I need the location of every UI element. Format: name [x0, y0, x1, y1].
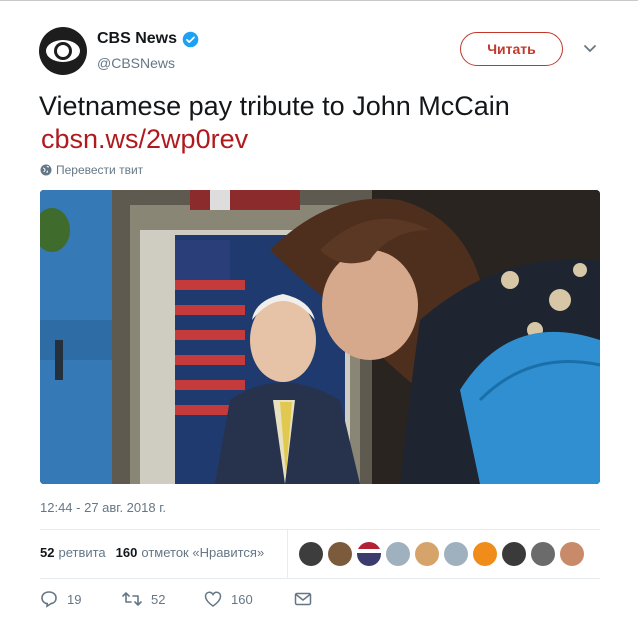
envelope-icon [294, 592, 312, 606]
retweet-count: 52 [151, 591, 166, 607]
liker-avatar[interactable] [560, 542, 584, 566]
author-handle[interactable]: @CBSNews [97, 55, 175, 71]
chevron-down-icon[interactable] [583, 44, 597, 54]
direct-message-button[interactable] [294, 592, 321, 606]
liker-avatar[interactable] [502, 542, 526, 566]
liker-avatar[interactable] [473, 542, 497, 566]
author-name[interactable]: CBS News [97, 30, 177, 48]
follow-button[interactable]: Читать [460, 32, 563, 66]
retweet-icon [122, 592, 142, 606]
retweet-button[interactable]: 52 [122, 591, 184, 607]
stats-separator [287, 530, 288, 578]
like-count: 160 [231, 591, 253, 607]
liker-avatar[interactable] [357, 542, 381, 566]
translate-tweet-link[interactable]: Перевести твит [40, 163, 143, 177]
retweets-stat[interactable]: 52 ретвита [40, 545, 106, 560]
tweet-timestamp[interactable]: 12:44 - 27 авг. 2018 г. [40, 500, 166, 515]
likers-avatars [299, 542, 589, 566]
liker-avatar[interactable] [444, 542, 468, 566]
cbs-eye-logo [46, 40, 80, 62]
liker-avatar[interactable] [415, 542, 439, 566]
photo-illustration [40, 190, 600, 484]
tweet-stats: 52 ретвита 160 отметок «Нравится» [40, 545, 264, 560]
tweet-text: Vietnamese pay tribute to John McCain [39, 91, 510, 121]
heart-icon [204, 591, 222, 607]
tweet-actions: 19 52 160 [40, 590, 341, 608]
tweet-photo[interactable] [40, 190, 600, 484]
divider-top [40, 529, 600, 530]
liker-avatar[interactable] [531, 542, 555, 566]
author-avatar[interactable] [39, 27, 87, 75]
translate-label: Перевести твит [56, 163, 144, 177]
author-name-row[interactable]: CBS News [97, 30, 199, 48]
reply-button[interactable]: 19 [40, 590, 82, 608]
divider-bottom [40, 578, 600, 579]
top-border [0, 0, 638, 1]
reply-count: 19 [67, 591, 82, 607]
globe-icon [40, 164, 52, 176]
likes-stat[interactable]: 160 отметок «Нравится» [116, 545, 265, 560]
liker-avatar[interactable] [386, 542, 410, 566]
liker-avatar[interactable] [299, 542, 323, 566]
liker-avatar[interactable] [328, 542, 352, 566]
tweet-link[interactable]: cbsn.ws/2wp0rev [41, 123, 248, 155]
like-button[interactable]: 160 [204, 591, 274, 607]
reply-icon [41, 591, 57, 608]
verified-badge-icon [182, 31, 199, 47]
